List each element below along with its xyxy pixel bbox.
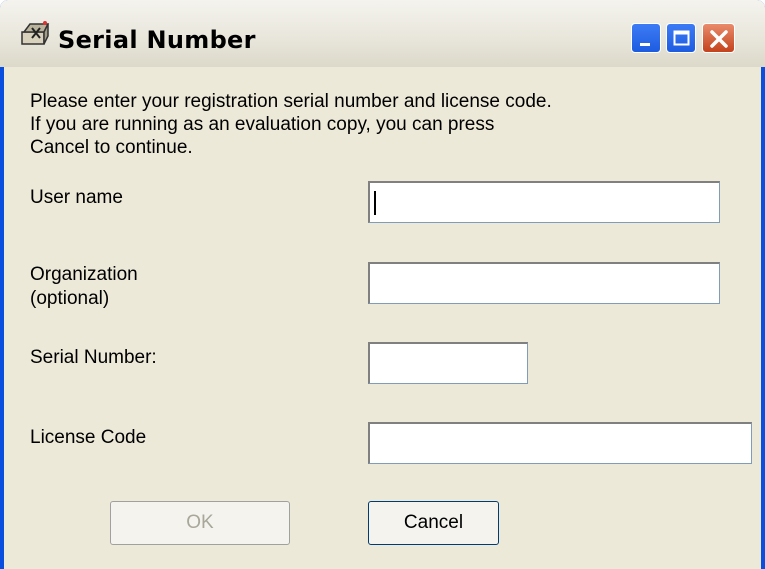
intro-line-3: Cancel to continue. bbox=[30, 137, 193, 158]
maximize-button[interactable] bbox=[666, 23, 696, 53]
close-button[interactable] bbox=[702, 23, 735, 53]
window-title: Serial Number bbox=[58, 26, 256, 54]
organization-label: Organization bbox=[30, 264, 138, 285]
minimize-icon bbox=[640, 43, 650, 46]
dialog-body: Please enter your registration serial nu… bbox=[4, 67, 761, 569]
minimize-button[interactable] bbox=[631, 23, 661, 53]
license-code-label: License Code bbox=[30, 427, 147, 448]
ok-button[interactable]: OK bbox=[110, 501, 290, 545]
user-name-label: User name bbox=[30, 187, 123, 208]
user-name-field[interactable] bbox=[368, 181, 720, 223]
maximize-icon bbox=[673, 30, 690, 46]
serial-number-field[interactable] bbox=[368, 342, 528, 384]
intro-line-2: If you are running as an evaluation copy… bbox=[30, 114, 495, 135]
close-icon bbox=[710, 30, 728, 48]
serial-number-dialog: Serial Number Please enter your registra… bbox=[0, 0, 765, 569]
organization-optional-label: (optional) bbox=[30, 288, 110, 309]
app-icon bbox=[20, 20, 52, 48]
serial-number-label: Serial Number: bbox=[30, 347, 157, 368]
cancel-button[interactable]: Cancel bbox=[368, 501, 499, 545]
organization-field[interactable] bbox=[368, 262, 720, 304]
intro-line-1: Please enter your registration serial nu… bbox=[30, 91, 552, 112]
text-caret bbox=[374, 191, 376, 215]
title-bar[interactable]: Serial Number bbox=[0, 0, 765, 67]
license-code-field[interactable] bbox=[368, 422, 752, 464]
